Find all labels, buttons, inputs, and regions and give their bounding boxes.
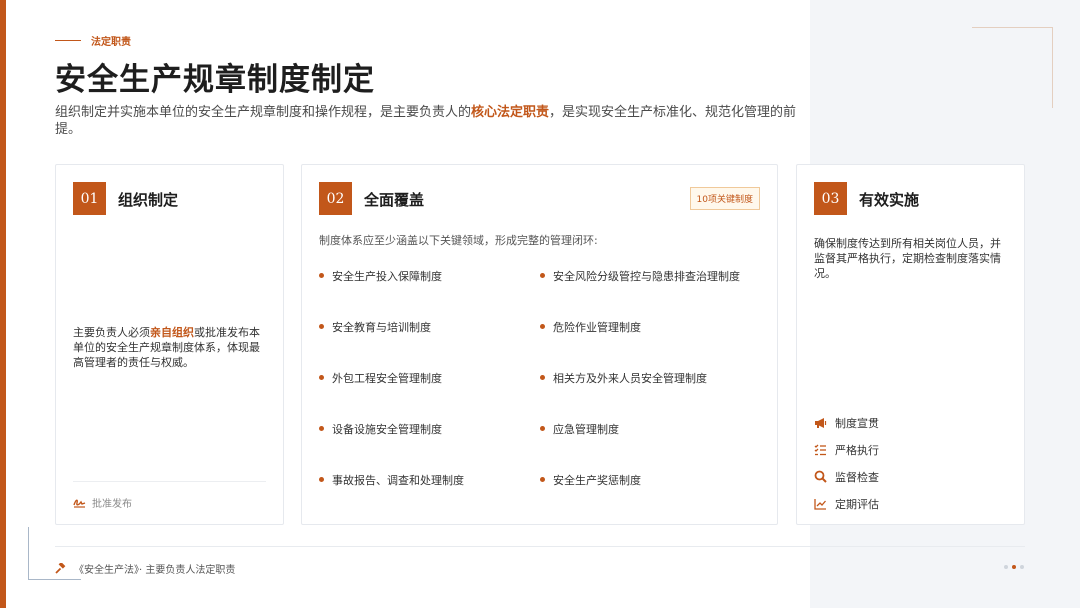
megaphone-icon bbox=[815, 417, 827, 428]
page-dot-active[interactable] bbox=[1012, 565, 1016, 569]
bullet-dot bbox=[540, 273, 545, 278]
card-implement: 03 有效实施 确保制度传达到所有相关岗位人员，并监督其严格执行，定期检查制度落… bbox=[796, 164, 1025, 525]
list-item: 设备设施安全管理制度 bbox=[319, 410, 540, 461]
desc-text-start: 主要负责人必须 bbox=[73, 326, 150, 339]
left-accent-bar bbox=[0, 0, 6, 608]
search-icon bbox=[814, 470, 827, 483]
checklist-icon bbox=[814, 444, 826, 455]
rule-label: 安全教育与培训制度 bbox=[332, 321, 431, 334]
line-chart-icon bbox=[814, 498, 826, 510]
list-item: 事故报告、调查和处理制度 bbox=[319, 461, 540, 512]
bullet-dot bbox=[319, 477, 324, 482]
action-label: 监督检查 bbox=[835, 470, 879, 484]
bullet-dot bbox=[540, 477, 545, 482]
card-divider bbox=[73, 481, 266, 482]
card-title: 组织制定 bbox=[118, 191, 179, 209]
list-item: 安全风险分级管控与隐患排查治理制度 bbox=[540, 257, 761, 308]
rules-row: 设备设施安全管理制度 应急管理制度 bbox=[319, 410, 761, 461]
action-item-publicize: 制度宣贯 bbox=[814, 409, 879, 436]
bullet-dot bbox=[540, 324, 545, 329]
card-number: 01 bbox=[73, 182, 106, 215]
card-footer: 批准发布 bbox=[73, 495, 132, 510]
bullet-dot bbox=[319, 273, 324, 278]
rules-row: 安全教育与培训制度 危险作业管理制度 bbox=[319, 308, 761, 359]
corner-decoration-top-right bbox=[972, 27, 1053, 108]
desc-highlight: 亲自组织 bbox=[150, 326, 194, 339]
rules-row: 事故报告、调查和处理制度 安全生产奖惩制度 bbox=[319, 461, 761, 512]
list-item: 相关方及外来人员安全管理制度 bbox=[540, 359, 761, 410]
footer-text: 《安全生产法》· 主要负责人法定职责 bbox=[74, 565, 236, 576]
list-item: 安全生产投入保障制度 bbox=[319, 257, 540, 308]
card-description: 主要负责人必须亲自组织或批准发布本单位的安全生产规章制度体系，体现最高管理者的责… bbox=[73, 325, 268, 370]
rules-row: 外包工程安全管理制度 相关方及外来人员安全管理制度 bbox=[319, 359, 761, 410]
card-number: 02 bbox=[319, 182, 352, 215]
rule-label: 安全生产奖惩制度 bbox=[553, 474, 641, 487]
page-subtitle: 组织制定并实施本单位的安全生产规章制度和操作规程，是主要负责人的核心法定职责，是… bbox=[55, 104, 815, 138]
rule-label: 事故报告、调查和处理制度 bbox=[332, 474, 464, 487]
eyebrow-label: 法定职责 bbox=[91, 37, 131, 48]
card-coverage: 02 全面覆盖 10项关键制度 制度体系应至少涵盖以下关键领域，形成完整的管理闭… bbox=[301, 164, 778, 525]
action-item-inspect: 监督检查 bbox=[814, 463, 879, 490]
rules-row: 安全生产投入保障制度 安全风险分级管控与隐患排查治理制度 bbox=[319, 257, 761, 308]
action-label: 严格执行 bbox=[835, 443, 879, 457]
action-list: 制度宣贯 严格执行 监督检查 定期评估 bbox=[814, 409, 879, 517]
list-item: 应急管理制度 bbox=[540, 410, 761, 461]
rule-label: 设备设施安全管理制度 bbox=[332, 423, 442, 436]
action-label: 制度宣贯 bbox=[835, 416, 879, 430]
rule-label: 外包工程安全管理制度 bbox=[332, 372, 442, 385]
signature-icon bbox=[73, 499, 86, 508]
card-intro: 制度体系应至少涵盖以下关键领域，形成完整的管理闭环: bbox=[319, 234, 598, 247]
bullet-dot bbox=[319, 426, 324, 431]
rule-label: 安全生产投入保障制度 bbox=[332, 270, 442, 283]
rule-label: 安全风险分级管控与隐患排查治理制度 bbox=[553, 270, 740, 283]
list-item: 安全生产奖惩制度 bbox=[540, 461, 761, 512]
card-footer-label: 批准发布 bbox=[92, 499, 132, 510]
list-item: 外包工程安全管理制度 bbox=[319, 359, 540, 410]
gavel-icon bbox=[55, 563, 66, 574]
bullet-dot bbox=[540, 426, 545, 431]
eyebrow: 法定职责 bbox=[55, 33, 131, 48]
page-dot[interactable] bbox=[1020, 565, 1024, 569]
card-title: 有效实施 bbox=[859, 191, 920, 209]
rule-label: 危险作业管理制度 bbox=[553, 321, 641, 334]
footer-source: 《安全生产法》· 主要负责人法定职责 bbox=[55, 561, 235, 576]
page-dot[interactable] bbox=[1004, 565, 1008, 569]
action-item-evaluate: 定期评估 bbox=[814, 490, 879, 517]
eyebrow-line bbox=[55, 40, 81, 41]
footer-divider bbox=[55, 546, 1025, 547]
page-title: 安全生产规章制度制定 bbox=[55, 62, 375, 98]
card-number: 03 bbox=[814, 182, 847, 215]
subtitle-text-start: 组织制定并实施本单位的安全生产规章制度和操作规程，是主要负责人的 bbox=[55, 105, 472, 120]
rule-label: 相关方及外来人员安全管理制度 bbox=[553, 372, 707, 385]
card-title: 全面覆盖 bbox=[364, 191, 425, 209]
action-item-execute: 严格执行 bbox=[814, 436, 879, 463]
list-item: 危险作业管理制度 bbox=[540, 308, 761, 359]
bullet-dot bbox=[319, 375, 324, 380]
card-organize: 01 组织制定 主要负责人必须亲自组织或批准发布本单位的安全生产规章制度体系，体… bbox=[55, 164, 284, 525]
rules-grid: 安全生产投入保障制度 安全风险分级管控与隐患排查治理制度 安全教育与培训制度 危… bbox=[319, 257, 761, 512]
bullet-dot bbox=[540, 375, 545, 380]
subtitle-highlight: 核心法定职责 bbox=[471, 105, 550, 120]
rule-label: 应急管理制度 bbox=[553, 423, 619, 436]
card-description: 确保制度传达到所有相关岗位人员，并监督其严格执行，定期检查制度落实情况。 bbox=[814, 237, 1001, 280]
count-badge: 10项关键制度 bbox=[689, 187, 760, 210]
list-item: 安全教育与培训制度 bbox=[319, 308, 540, 359]
action-label: 定期评估 bbox=[835, 497, 879, 511]
page-indicator bbox=[1004, 565, 1028, 569]
bullet-dot bbox=[319, 324, 324, 329]
